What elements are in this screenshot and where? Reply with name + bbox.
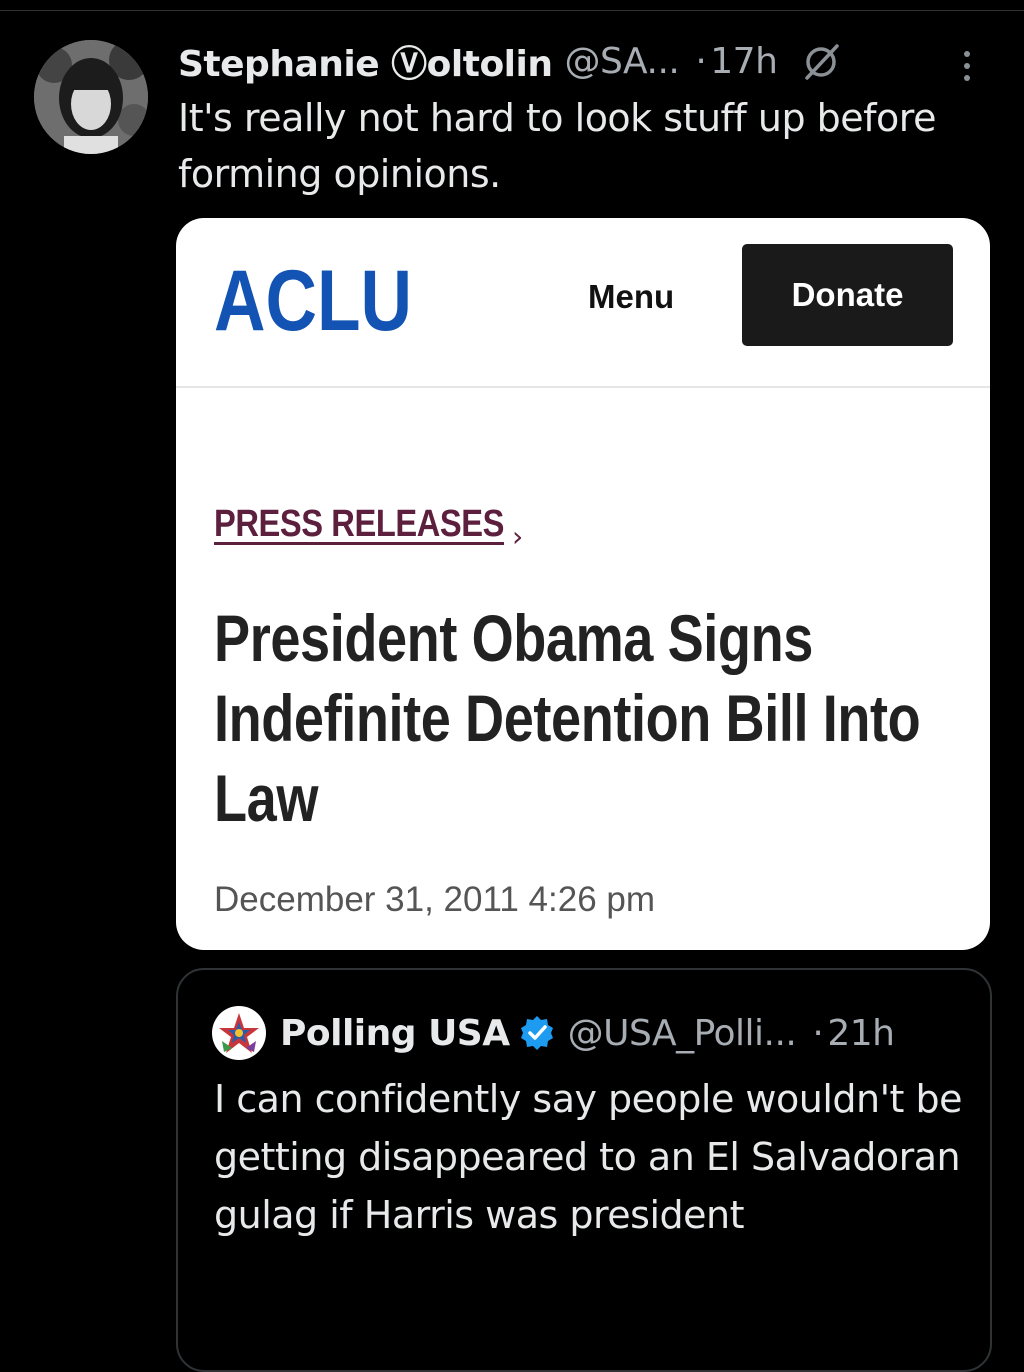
quoted-author-name[interactable]: Polling USA (280, 1013, 510, 1054)
quoted-header: Polling USA @USA_Polli... · 21h (212, 1006, 895, 1060)
avatar[interactable] (34, 40, 148, 154)
quoted-timestamp[interactable]: 21h (827, 1013, 895, 1054)
tweet-text: It's really not hard to look stuff up be… (178, 96, 936, 196)
author-name[interactable]: Stephanie Ⓥoltolin (178, 35, 553, 87)
separator: · (695, 40, 707, 82)
grok-icon[interactable] (801, 40, 843, 82)
aclu-logo[interactable]: ACLU (214, 258, 414, 338)
tweet-header: Stephanie Ⓥoltolin @SA... · 17h (178, 36, 988, 86)
donate-button[interactable]: Donate (742, 244, 953, 346)
quoted-avatar[interactable] (212, 1006, 266, 1060)
chevron-right-icon: › (512, 520, 524, 553)
timestamp[interactable]: 17h (710, 41, 778, 82)
press-releases-link[interactable]: PRESS RELEASES (214, 503, 504, 546)
link-card[interactable]: ACLU Menu Donate PRESS RELEASES › Presid… (176, 218, 990, 950)
top-divider (0, 10, 1024, 11)
card-divider (176, 386, 990, 388)
quoted-separator: · (812, 1012, 824, 1054)
quoted-handle[interactable]: @USA_Polli... (568, 1013, 797, 1054)
svg-text:ACLU: ACLU (214, 258, 412, 338)
quoted-tweet[interactable]: Polling USA @USA_Polli... · 21h I can co… (176, 968, 992, 1372)
article-headline[interactable]: President Obama Signs Indefinite Detenti… (214, 598, 952, 838)
more-icon[interactable] (960, 48, 974, 88)
menu-link[interactable]: Menu (588, 278, 674, 316)
quoted-text: I can confidently say people wouldn't be… (214, 1077, 963, 1237)
author-handle[interactable]: @SA... (564, 41, 679, 82)
verified-icon (520, 1016, 553, 1050)
article-date: December 31, 2011 4:26 pm (214, 880, 656, 919)
